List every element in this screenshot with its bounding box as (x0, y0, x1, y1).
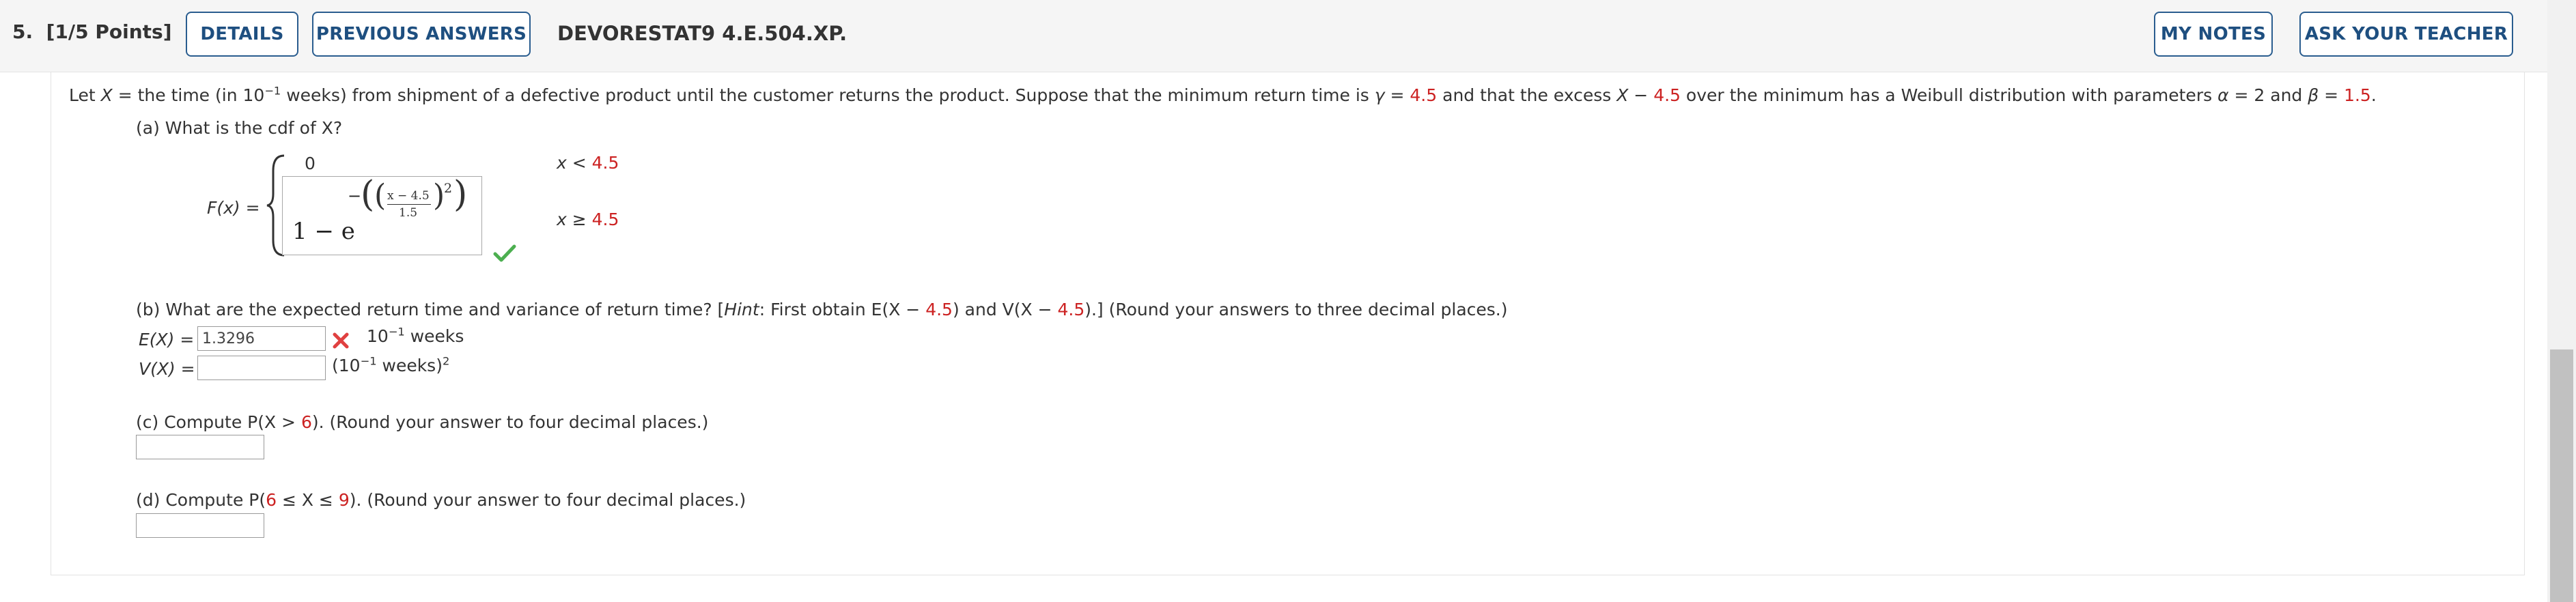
problem-statement: Let X = the time (in 10−1 weeks) from sh… (69, 84, 2377, 105)
page-scrollbar-thumb[interactable] (2550, 349, 2573, 602)
inner-paren-right: ) (433, 178, 445, 213)
formula-numerator: x − 4.5 (387, 189, 430, 203)
my-notes-button[interactable]: MY NOTES (2154, 12, 2273, 57)
formula-denominator: 1.5 (399, 206, 418, 220)
ex-label: E(X) = (139, 330, 195, 349)
case1-condition: x < 4.5 (557, 153, 619, 173)
vx-answer-input[interactable] (197, 356, 326, 380)
outer-paren-left: ( (361, 174, 375, 215)
part-d-answer-input[interactable] (136, 513, 264, 538)
vx-label: V(X) = (139, 359, 195, 379)
question-header: 5. [1/5 Points] DETAILS PREVIOUS ANSWERS… (0, 0, 2547, 72)
case2-condition: x ≥ 4.5 (557, 210, 619, 229)
cdf-label: F(x) = (207, 198, 260, 218)
correct-check-icon (493, 244, 516, 262)
part-c-answer-input[interactable] (136, 435, 264, 459)
part-c-question: (c) Compute P(X > 6). (Round your answer… (136, 412, 709, 432)
ex-answer-input[interactable] (197, 326, 326, 351)
outer-paren-right: ) (453, 174, 468, 215)
details-button[interactable]: DETAILS (186, 12, 298, 57)
formula-power: 2 (444, 181, 453, 196)
vx-unit: (10−1 weeks)2 (332, 354, 450, 375)
incorrect-x-icon (333, 332, 349, 349)
inner-paren-left: ( (374, 178, 387, 213)
part-d-question: (d) Compute P(6 ≤ X ≤ 9). (Round your an… (136, 490, 746, 510)
question-points: [1/5 Points] (46, 20, 172, 43)
fraction-bar (387, 204, 431, 205)
question-number-text: 5. (12, 20, 33, 43)
ex-unit: 10−1 weeks (367, 325, 464, 346)
ask-your-teacher-button[interactable]: ASK YOUR TEACHER (2299, 12, 2513, 57)
formula-one-minus-e: 1 − e (292, 218, 355, 245)
previous-answers-button[interactable]: PREVIOUS ANSWERS (312, 12, 531, 57)
part-b-question: (b) What are the expected return time an… (136, 300, 1508, 319)
formula-exponent-minus: − (348, 186, 362, 205)
question-number: 5. [1/5 Points] (12, 20, 172, 43)
cdf-answer-box[interactable]: 1 − e − ( ( x − 4.5 1.5 ) 2 ) (282, 176, 482, 255)
part-a-question: (a) What is the cdf of X? (136, 118, 343, 138)
case1-value: 0 (305, 154, 316, 173)
question-code: DEVORESTAT9 4.E.504.XP. (557, 22, 848, 45)
